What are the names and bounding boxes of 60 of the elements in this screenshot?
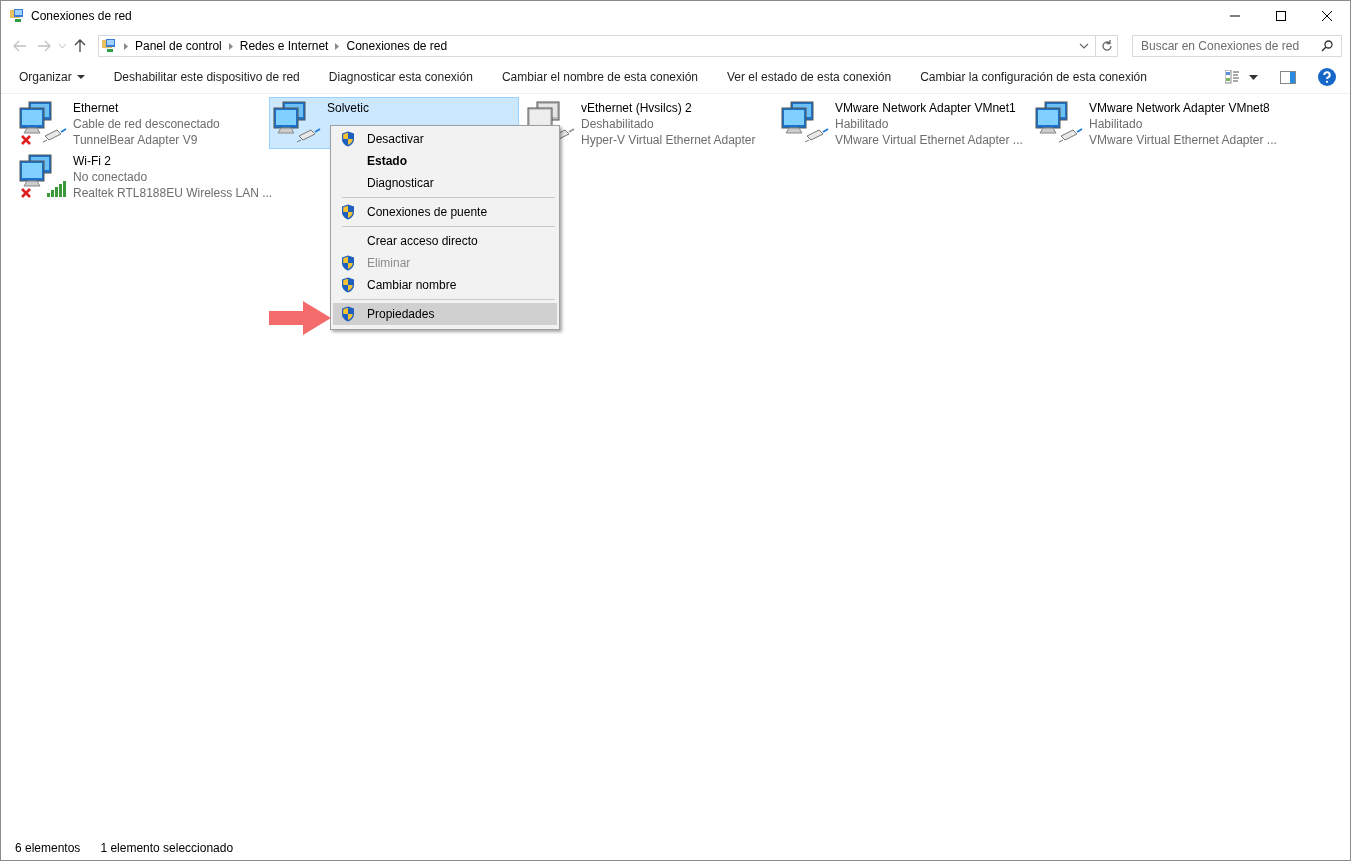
breadcrumb[interactable]: Panel de control	[135, 39, 222, 53]
toolbar-button[interactable]: Ver el estado de esta conexión	[717, 66, 902, 88]
connection-item[interactable]: Wi-Fi 2 No conectado Realtek RTL8188EU Wireless LAN ...	[15, 150, 274, 202]
menu-item[interactable]: Crear acceso directo	[333, 230, 557, 252]
toolbar-button[interactable]: Cambiar el nombre de esta conexión	[491, 66, 708, 88]
connection-name: vEthernet (Hvsilcs) 2	[581, 100, 693, 116]
refresh-button[interactable]	[1096, 35, 1118, 57]
chevron-icon	[335, 42, 340, 50]
connection-item[interactable]: VMware Network Adapter VMnet1 Habilitado VMware Virtual Ethernet Adapter ...	[777, 97, 1027, 149]
caret-icon	[76, 75, 85, 79]
connection-name: VMware Network Adapter VMnet8	[1089, 100, 1271, 116]
search-icon	[1321, 40, 1333, 52]
adapter-name: Hyper-V Virtual Ethernet Adapter	[581, 132, 756, 148]
preview-pane-icon[interactable]	[1280, 70, 1296, 84]
menu-item[interactable]: Diagnosticar	[333, 172, 557, 194]
connection-name: VMware Network Adapter VMnet1	[835, 100, 1017, 116]
toolbar-button[interactable]: Organizar	[9, 66, 95, 88]
breadcrumb[interactable]: Redes e Internet	[239, 39, 329, 53]
connection-name: Wi-Fi 2	[73, 153, 112, 169]
connection-item[interactable]: Ethernet Cable de red desconectado TunnelBear Adapter V9	[15, 97, 265, 149]
help-icon[interactable]	[1318, 68, 1336, 86]
search-field[interactable]: Buscar en Conexiones de red	[1132, 35, 1342, 57]
menu-item[interactable]: Propiedades	[333, 303, 557, 325]
connection-status: Habilitado	[1089, 116, 1144, 132]
adapter-name: VMware Virtual Ethernet Adapter ...	[835, 132, 1023, 148]
chevron-icon	[124, 42, 128, 50]
dropdown-icon[interactable]	[1079, 43, 1089, 49]
toolbar-button[interactable]: Diagnosticar esta conexión	[318, 66, 483, 88]
window-title: Conexiones de red	[31, 9, 132, 23]
connection-status: Deshabilitado	[581, 116, 655, 132]
connection-item[interactable]: VMware Network Adapter VMnet8 Habilitado VMware Virtual Ethernet Adapter ...	[1031, 97, 1281, 149]
connection-status: No conectado	[73, 169, 149, 185]
address-bar[interactable]: Panel de control Redes e Internet Conexiones de red	[98, 35, 1096, 57]
back-icon[interactable]	[13, 40, 27, 52]
view-options-icon[interactable]	[1225, 70, 1241, 84]
connection-status: Cable de red desconectado	[73, 116, 220, 132]
refresh-icon	[1100, 40, 1113, 52]
menu-item[interactable]: Cambiar nombre	[333, 274, 557, 296]
pointer-arrow-icon	[269, 301, 331, 335]
connection-name: Solvetic	[327, 100, 370, 116]
adapter-name: VMware Virtual Ethernet Adapter ...	[1089, 132, 1277, 148]
connection-status: Habilitado	[835, 116, 890, 132]
forward-icon[interactable]	[37, 40, 51, 52]
dropdown-icon[interactable]	[1249, 74, 1258, 80]
toolbar-button[interactable]: Cambiar la configuración de esta conexión	[910, 66, 1157, 88]
item-count: 6 elementos	[15, 841, 81, 855]
network-folder-icon	[9, 8, 25, 24]
chevron-icon	[228, 42, 233, 50]
adapter-name: Realtek RTL8188EU Wireless LAN ...	[73, 185, 273, 201]
close-icon	[1322, 11, 1332, 21]
toolbar-button[interactable]: Deshabilitar este dispositivo de red	[103, 66, 310, 88]
network-folder-icon	[101, 38, 117, 54]
menu-item[interactable]: Conexiones de puente	[333, 201, 557, 223]
breadcrumb[interactable]: Conexiones de red	[346, 39, 448, 53]
up-icon[interactable]	[74, 39, 86, 53]
selection-count: 1 elemento seleccionado	[100, 841, 234, 855]
connection-name: Ethernet	[73, 100, 120, 116]
menu-item[interactable]: Estado	[333, 150, 557, 172]
adapter-name: TunnelBear Adapter V9	[73, 132, 199, 148]
maximize-icon	[1276, 11, 1286, 21]
